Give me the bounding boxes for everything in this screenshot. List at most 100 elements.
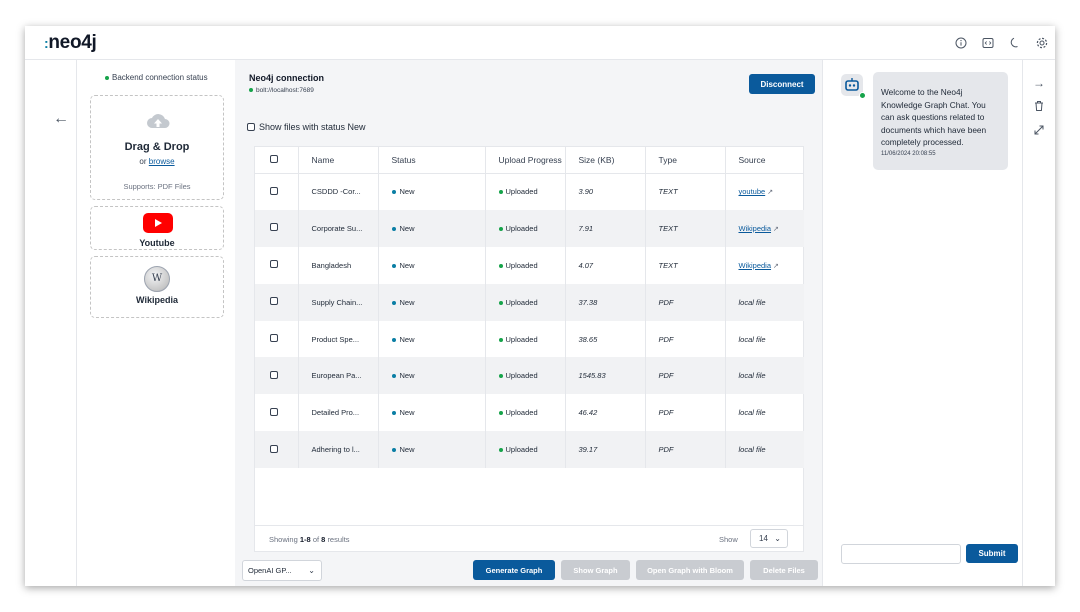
table-row[interactable]: European Pa... New Uploaded 1545.83 PDF local…: [255, 357, 804, 395]
col-header-source[interactable]: Source: [725, 147, 804, 174]
dropzone-or: or browse: [91, 157, 223, 166]
disconnect-button[interactable]: Disconnect: [749, 74, 815, 94]
gear-icon[interactable]: [1035, 36, 1049, 50]
cell-source: local file: [725, 431, 804, 469]
cell-name: Product Spe...: [298, 320, 379, 358]
row-checkbox[interactable]: [270, 444, 278, 453]
page-size-label: Show: [719, 535, 738, 544]
table-row[interactable]: Supply Chain... New Uploaded 37.38 PDF local …: [255, 283, 804, 321]
backend-status: Backend connection status: [105, 73, 208, 82]
status-text: New: [399, 223, 415, 233]
cell-status: New: [378, 431, 486, 469]
progress-dot-icon: [498, 226, 503, 231]
row-checkbox[interactable]: [270, 186, 278, 195]
cell-size: 3.90: [565, 173, 646, 210]
code-icon[interactable]: [981, 36, 995, 50]
table-row[interactable]: Detailed Pro... New Uploaded 46.42 PDF local …: [255, 394, 804, 432]
col-header-name[interactable]: Name: [298, 147, 379, 174]
cell-size: 4.07: [565, 246, 646, 284]
source-link[interactable]: Wikipedia: [739, 224, 772, 233]
status-text: New: [399, 445, 415, 455]
external-link-icon: ↗: [767, 189, 774, 197]
llm-model-select[interactable]: OpenAI GP... ⌄: [242, 560, 322, 581]
table-header-row: Name Status Upload Progress Size (KB) Ty…: [255, 147, 804, 174]
cell-size: 1545.83: [565, 357, 646, 395]
cell-type: TEXT: [645, 246, 726, 284]
cell-status: New: [378, 246, 486, 284]
youtube-source-button[interactable]: Youtube: [90, 206, 224, 250]
delete-files-button[interactable]: Delete Files: [750, 560, 818, 580]
results-of: of: [312, 535, 320, 544]
status-filter-label: Show files with status New: [259, 122, 366, 132]
youtube-icon: [143, 213, 173, 233]
arrow-left-icon[interactable]: ←: [53, 110, 69, 128]
table-row[interactable]: Adhering to l... New Uploaded 39.17 PDF local…: [255, 431, 804, 469]
app-window: :neo4j ← Backend connection status Drag …: [25, 26, 1055, 586]
chat-input[interactable]: [841, 544, 961, 564]
chat-message: Welcome to the Neo4j Knowledge Graph Cha…: [873, 72, 1008, 170]
col-header-type[interactable]: Type: [645, 147, 726, 174]
status-filter[interactable]: Show files with status New: [247, 122, 366, 132]
cell-source: Wikipedia ↗: [725, 247, 804, 284]
wikipedia-source-button[interactable]: W Wikipedia: [90, 256, 224, 318]
left-rail: ←: [25, 60, 77, 586]
chevron-down-icon: ⌄: [774, 534, 781, 543]
connection-url-text: bolt://localhost:7689: [256, 87, 314, 94]
select-all-cell: [255, 147, 299, 174]
table-row[interactable]: Product Spe... New Uploaded 38.65 PDF local f…: [255, 320, 804, 358]
row-checkbox[interactable]: [270, 297, 278, 306]
status-filter-checkbox[interactable]: [247, 123, 255, 131]
external-link-icon: ↗: [773, 225, 779, 233]
results-total: 8: [321, 535, 326, 544]
file-dropzone[interactable]: Drag & Drop or browse Supports: PDF File…: [90, 95, 224, 200]
progress-text: Uploaded: [505, 187, 538, 197]
row-checkbox[interactable]: [270, 260, 278, 269]
info-icon[interactable]: [954, 36, 968, 50]
submit-button[interactable]: Submit: [966, 544, 1018, 563]
source-text: local file: [738, 334, 766, 344]
arrow-right-icon[interactable]: →: [1032, 76, 1046, 90]
cell-source: local file: [725, 394, 804, 431]
progress-dot-icon: [498, 448, 503, 453]
cell-name: Detailed Pro...: [298, 394, 379, 432]
trash-icon[interactable]: [1032, 100, 1046, 114]
wikipedia-label: Wikipedia: [136, 295, 178, 305]
table-row[interactable]: Corporate Su... New Uploaded 7.91 TEXT Wikipe…: [255, 209, 804, 247]
moon-icon[interactable]: [1008, 36, 1022, 50]
source-text: local file: [738, 445, 766, 455]
cell-name: Bangladesh: [298, 246, 379, 284]
row-checkbox[interactable]: [270, 407, 278, 416]
progress-text: Uploaded: [505, 297, 538, 307]
cell-size: 38.65: [565, 320, 646, 358]
col-header-status[interactable]: Status: [378, 147, 486, 174]
row-checkbox[interactable]: [270, 334, 278, 342]
neo4j-logo[interactable]: :neo4j: [44, 32, 97, 54]
source-link[interactable]: Wikipedia: [739, 261, 772, 270]
results-summary: Showing 1-8 of 8 results: [269, 535, 350, 544]
table-row[interactable]: Bangladesh New Uploaded 4.07 TEXT Wikipedia ↗: [255, 246, 804, 284]
row-checkbox[interactable]: [270, 223, 278, 232]
table-row[interactable]: CSDDD -Cor... New Uploaded 3.90 TEXT youtube ↗: [255, 173, 804, 210]
expand-icon[interactable]: [1032, 124, 1046, 138]
show-graph-button[interactable]: Show Graph: [561, 560, 630, 580]
cell-type: PDF: [645, 394, 726, 432]
source-link[interactable]: youtube: [739, 187, 766, 196]
row-select-cell: [255, 320, 299, 358]
col-header-progress[interactable]: Upload Progress: [485, 147, 566, 174]
top-icons: [954, 36, 1049, 50]
browse-link[interactable]: browse: [149, 157, 175, 166]
open-bloom-button[interactable]: Open Graph with Bloom: [636, 560, 744, 580]
col-header-size[interactable]: Size (KB): [565, 147, 646, 174]
cell-type: PDF: [645, 320, 726, 358]
youtube-label: Youtube: [139, 238, 175, 248]
dropzone-or-text: or: [139, 157, 147, 166]
generate-graph-button[interactable]: Generate Graph: [473, 560, 555, 580]
page-size-select[interactable]: 14 ⌄: [750, 529, 788, 548]
status-text: New: [399, 334, 415, 344]
results-prefix: Showing: [269, 535, 298, 544]
source-text: local file: [738, 408, 766, 418]
select-all-checkbox[interactable]: [270, 154, 278, 163]
cell-source: local file: [725, 321, 804, 358]
chat-message-timestamp: 11/06/2024 20:08:55: [881, 150, 936, 157]
row-checkbox[interactable]: [270, 370, 278, 379]
